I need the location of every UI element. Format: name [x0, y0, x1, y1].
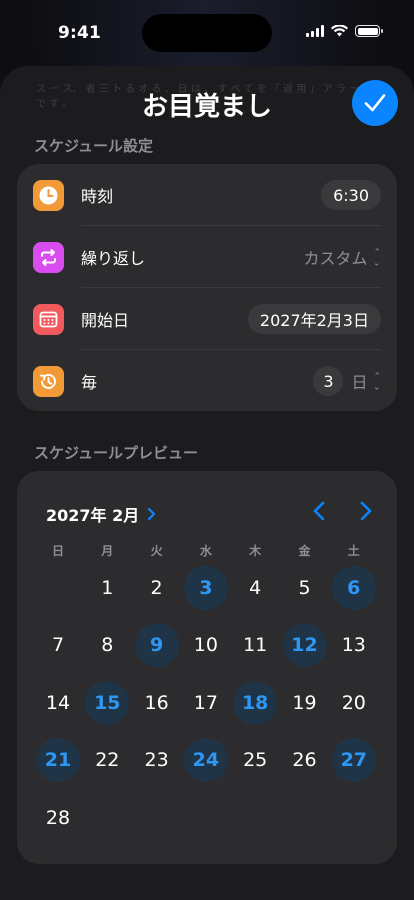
calendar-day[interactable]: 11	[233, 623, 277, 667]
weekday-label: 月	[101, 544, 114, 558]
chevron-right-small-icon	[148, 507, 156, 521]
repeat-icon	[33, 241, 64, 273]
next-month-button[interactable]	[352, 497, 380, 525]
alarm-sheet: ス ー ス、 者 三 ト る オ る 、 日 は 、 す べ て を 「 返 用…	[0, 66, 414, 900]
calendar-day[interactable]: 8	[85, 623, 129, 667]
start-date-row[interactable]: 開始日 2027年2月3日	[17, 288, 397, 350]
status-icons	[306, 25, 383, 37]
calendar-day-scheduled[interactable]: 15	[85, 680, 130, 725]
calendar-day[interactable]: 7	[36, 623, 80, 667]
calendar-day-scheduled[interactable]: 6	[331, 566, 376, 610]
battery-icon	[355, 25, 383, 37]
calendar-day[interactable]: 4	[233, 566, 277, 610]
weekday-label: 金	[298, 544, 311, 558]
calendar-day[interactable]: 14	[36, 681, 80, 725]
start-date-button[interactable]: 2027年2月3日	[247, 304, 381, 334]
weekday-label: 木	[249, 544, 262, 558]
repeat-picker[interactable]: カスタム ⌃ ⌃	[303, 245, 381, 269]
interval-label: 毎	[81, 373, 98, 392]
calendar-day[interactable]: 2	[135, 566, 179, 610]
calendar-day[interactable]: 1	[85, 566, 129, 610]
time-value-button[interactable]: 6:30	[321, 180, 381, 210]
calendar-day[interactable]: 19	[283, 681, 327, 725]
clock-icon	[33, 179, 64, 211]
calendar-day-scheduled[interactable]: 21	[36, 738, 80, 783]
interval-controls: 3 日 ⌃ ⌃	[313, 366, 381, 396]
calendar-day-scheduled[interactable]: 24	[183, 738, 228, 783]
calendar-day-scheduled[interactable]: 18	[233, 680, 278, 725]
weekday-label: 火	[150, 544, 163, 558]
interval-unit-picker[interactable]: 日 ⌃ ⌃	[351, 369, 381, 393]
time-label: 時刻	[81, 187, 114, 206]
calendar-day-scheduled[interactable]: 9	[134, 623, 179, 668]
calendar-day[interactable]: 5	[283, 566, 327, 610]
status-bar: 9:41	[0, 0, 414, 66]
time-row[interactable]: 時刻 6:30	[17, 164, 397, 226]
schedule-preview-card: 2027年 2月 日月火水木金土 1 2 3 4 5 6 7 8 9 10 11 12 13 14 15 16…	[17, 471, 397, 864]
schedule-settings-label: スケジュール設定	[34, 137, 153, 155]
repeat-label: 繰り返し	[81, 249, 146, 268]
weekday-label: 土	[347, 544, 360, 558]
interval-count-button[interactable]: 3	[313, 366, 344, 396]
screen: 9:41 ス ー ス、 者 三 ト る オ る 、 日 は 、 す べ て を …	[0, 0, 414, 900]
calendar-day[interactable]: 16	[135, 681, 179, 725]
calendar-day-scheduled[interactable]: 3	[183, 566, 228, 610]
status-time: 9:41	[58, 23, 102, 43]
calendar-day[interactable]: 20	[332, 681, 376, 725]
start-date-label: 開始日	[81, 311, 130, 330]
chevron-up-down-icon: ⌃ ⌃	[373, 372, 381, 391]
repeat-value: カスタム	[303, 249, 368, 268]
checkmark-icon	[364, 94, 386, 112]
chevron-up-down-icon: ⌃ ⌃	[373, 248, 381, 267]
calendar-day[interactable]: 17	[184, 681, 228, 725]
weekday-label: 水	[199, 544, 212, 558]
calendar-day[interactable]: 26	[283, 738, 327, 782]
calendar-day[interactable]: 10	[184, 623, 228, 667]
month-selector[interactable]: 2027年 2月	[46, 502, 156, 526]
calendar-day[interactable]: 23	[135, 738, 179, 782]
weekday-label: 日	[51, 544, 64, 558]
calendar-day[interactable]: 22	[85, 738, 129, 782]
cellular-signal-icon	[306, 25, 324, 37]
repeat-row[interactable]: 繰り返し カスタム ⌃ ⌃	[17, 226, 397, 288]
chevron-right-icon	[360, 501, 372, 521]
previous-month-button[interactable]	[305, 497, 333, 525]
chevron-left-icon	[313, 501, 325, 521]
month-label: 2027年 2月	[46, 506, 140, 525]
interval-unit: 日	[351, 373, 368, 392]
calendar-day[interactable]: 25	[233, 738, 277, 782]
calendar-day[interactable]: 28	[36, 796, 80, 840]
calendar-day-scheduled[interactable]: 27	[331, 738, 376, 783]
calendar-icon	[33, 303, 64, 335]
calendar-day-scheduled[interactable]: 12	[282, 623, 327, 668]
history-icon	[33, 365, 64, 397]
schedule-preview-label: スケジュールプレビュー	[34, 444, 198, 462]
calendar-day[interactable]: 13	[332, 623, 376, 667]
confirm-button[interactable]	[352, 80, 398, 126]
schedule-settings-card: 時刻 6:30 繰り返し カスタム ⌃ ⌃ 開始日 2027年2月3日 毎 3 …	[17, 164, 397, 411]
dynamic-island	[142, 14, 272, 52]
wifi-icon	[331, 25, 348, 37]
interval-row[interactable]: 毎 3 日 ⌃ ⌃	[17, 350, 397, 412]
